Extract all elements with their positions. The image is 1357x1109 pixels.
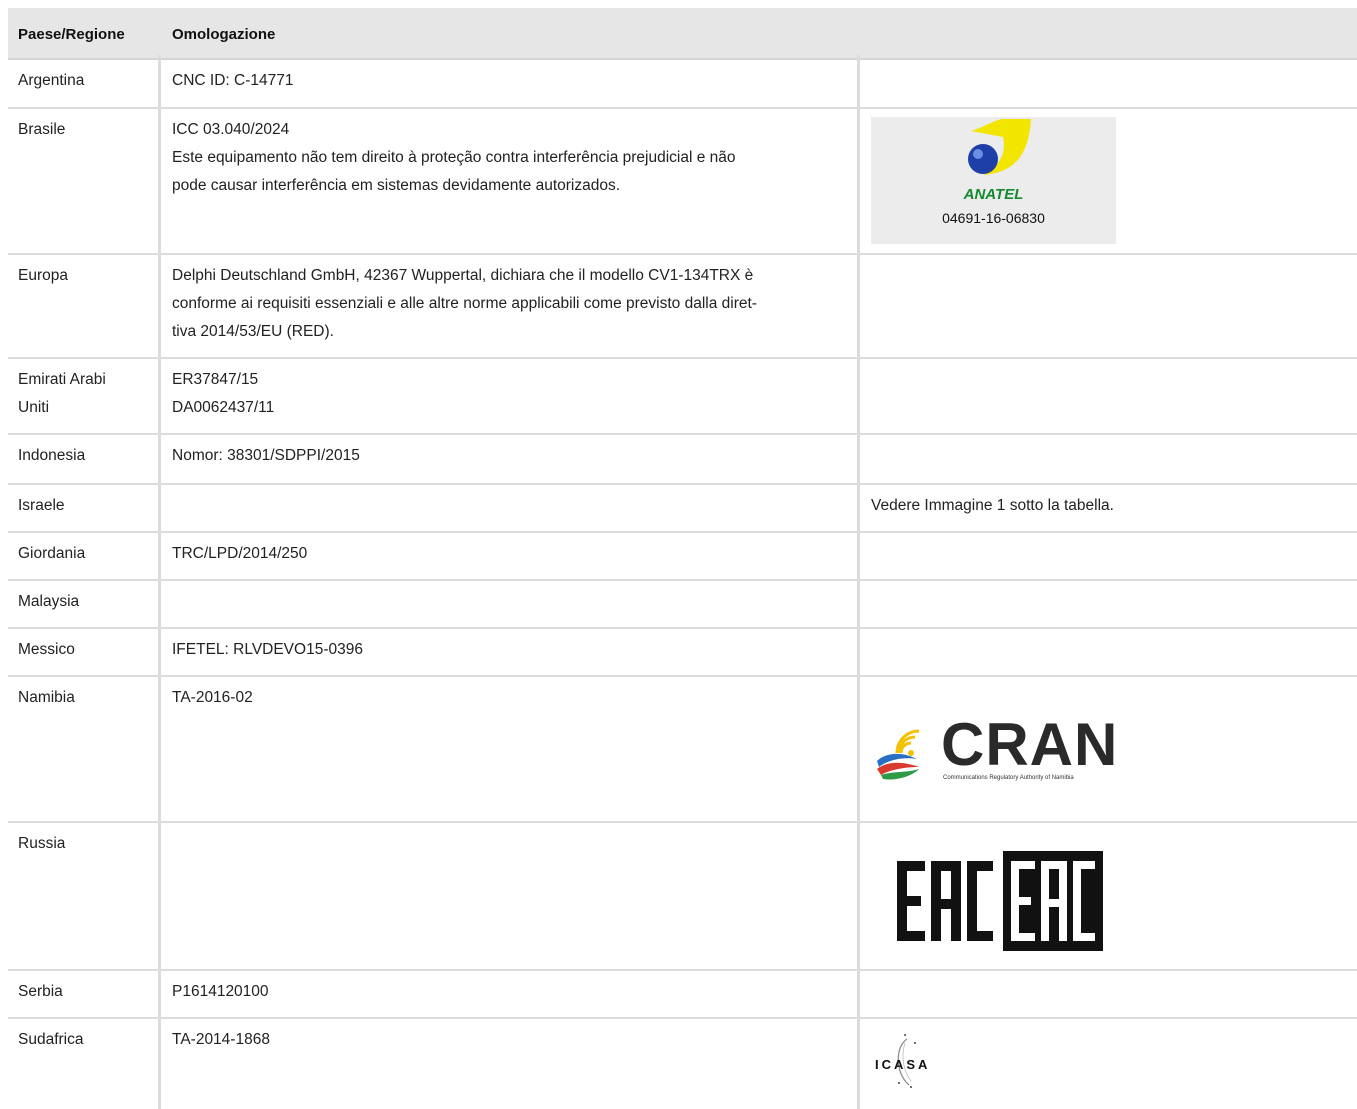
- country-cell: Indonesia: [8, 430, 161, 483]
- approval-cell: TA-2016-02: [161, 672, 860, 821]
- table-header: Paese/Regione Omologazione: [8, 8, 1357, 60]
- country-cell: Brasile: [8, 104, 161, 253]
- approval-cell: CNC ID: C-14771: [161, 55, 860, 107]
- approval-text: IFETEL: RLVDEVO15-0396: [172, 641, 363, 658]
- table-row: Emirati Arabi Uniti ER37847/15 DA0062437…: [8, 354, 1357, 435]
- country-name: Uniti: [18, 399, 50, 416]
- table-row: Sudafrica TA-2014-1868 ICASA: [8, 1014, 1357, 1109]
- image-cell: [860, 581, 1357, 627]
- table-row: Indonesia Nomor: 38301/SDPPI/2015: [8, 430, 1357, 485]
- approval-text: Este equipamento não tem direito à prote…: [172, 149, 736, 166]
- approval-text: TA-2014-1868: [172, 1031, 270, 1048]
- country-name: Indonesia: [18, 447, 86, 464]
- country-cell: Europa: [8, 250, 161, 357]
- table-row: Serbia P1614120100: [8, 966, 1357, 1019]
- table-row: Russia: [8, 818, 1357, 971]
- icasa-logo-icon: ICASA: [875, 1034, 930, 1088]
- approval-text: TA-2016-02: [172, 689, 253, 706]
- anatel-number: 04691-16-06830: [942, 210, 1045, 226]
- image-cell: ANATEL 04691-16-06830: [860, 109, 1357, 253]
- image-cell: [860, 823, 1357, 969]
- anatel-logo: ANATEL 04691-16-06830: [871, 117, 1116, 244]
- country-name: Israele: [18, 497, 65, 514]
- approval-cell: P1614120100: [161, 966, 860, 1017]
- approval-text: Nomor: 38301/SDPPI/2015: [172, 447, 360, 464]
- image-cell: [860, 971, 1357, 1017]
- table-row: Malaysia: [8, 576, 1357, 629]
- table-row: Namibia TA-2016-02 CRAN Communications R…: [8, 672, 1357, 823]
- icasa-wordmark: ICASA: [875, 1057, 930, 1072]
- approval-text: pode causar interferência em sistemas de…: [172, 177, 621, 194]
- country-name: Emirati Arabi: [18, 371, 106, 388]
- country-cell: Israele: [8, 480, 161, 531]
- image-cell: [860, 255, 1357, 357]
- approval-table: Paese/Regione Omologazione Argentina CNC…: [8, 8, 1357, 1109]
- eac-mark-icon: [897, 851, 1103, 951]
- approval-text: CNC ID: C-14771: [172, 72, 294, 89]
- image-cell: [860, 435, 1357, 483]
- see-image-note: Vedere Immagine 1 sotto la tabella.: [871, 497, 1114, 514]
- table-row: Europa Delphi Deutschland GmbH, 42367 Wu…: [8, 250, 1357, 359]
- country-name: Europa: [18, 267, 68, 284]
- cran-emblem-icon: [877, 729, 920, 780]
- approval-text: Delphi Deutschland GmbH, 42367 Wuppertal…: [172, 267, 754, 284]
- image-cell: [860, 629, 1357, 675]
- approval-text: ICC 03.040/2024: [172, 121, 290, 138]
- country-name: Russia: [18, 835, 66, 852]
- anatel-wordmark: ANATEL: [963, 186, 1024, 203]
- country-cell: Sudafrica: [8, 1014, 161, 1109]
- country-name: Sudafrica: [18, 1031, 84, 1048]
- cran-logo: CRAN Communications Regulatory Authority…: [871, 715, 1121, 787]
- image-cell: [860, 359, 1357, 433]
- country-cell: Giordania: [8, 528, 161, 579]
- approval-text: conforme ai requisiti essenziali e alle …: [172, 295, 757, 312]
- country-name: Malaysia: [18, 593, 80, 610]
- approval-text: TRC/LPD/2014/250: [172, 545, 308, 562]
- country-name: Argentina: [18, 72, 85, 89]
- approval-text: ER37847/15: [172, 371, 259, 388]
- approval-text: tiva 2014/53/EU (RED).: [172, 323, 334, 340]
- cran-subtitle: Communications Regulatory Authority of N…: [943, 775, 1074, 781]
- approval-cell: [161, 818, 860, 969]
- anatel-emblem-icon: [968, 119, 1031, 175]
- country-cell: Emirati Arabi Uniti: [8, 354, 161, 433]
- approval-cell: Delphi Deutschland GmbH, 42367 Wuppertal…: [161, 250, 860, 357]
- country-name: Giordania: [18, 545, 86, 562]
- image-cell: Vedere Immagine 1 sotto la tabella.: [860, 480, 1357, 531]
- table-row: Messico IFETEL: RLVDEVO15-0396: [8, 624, 1357, 677]
- table-row: Brasile ICC 03.040/2024 Este equipamento…: [8, 104, 1357, 255]
- approval-text: P1614120100: [172, 983, 269, 1000]
- image-cell: CRAN Communications Regulatory Authority…: [860, 677, 1357, 821]
- approval-cell: TRC/LPD/2014/250: [161, 528, 860, 579]
- country-name: Brasile: [18, 121, 66, 138]
- country-cell: Malaysia: [8, 576, 161, 627]
- table-row: Israele Vedere Immagine 1 sotto la tabel…: [8, 480, 1357, 533]
- image-cell: ICASA: [860, 1019, 1357, 1109]
- image-cell: [860, 60, 1357, 107]
- country-cell: Argentina: [8, 55, 161, 107]
- table-row: Giordania TRC/LPD/2014/250: [8, 528, 1357, 581]
- country-cell: Serbia: [8, 966, 161, 1017]
- approval-cell: ICC 03.040/2024 Este equipamento não tem…: [161, 104, 860, 253]
- approval-cell: IFETEL: RLVDEVO15-0396: [161, 624, 860, 675]
- country-cell: Messico: [8, 624, 161, 675]
- country-cell: Namibia: [8, 672, 161, 821]
- image-cell: [860, 533, 1357, 579]
- header-country: Paese/Regione: [18, 26, 125, 43]
- approval-cell: Nomor: 38301/SDPPI/2015: [161, 430, 860, 483]
- approval-cell: ER37847/15 DA0062437/11: [161, 354, 860, 433]
- country-cell: Russia: [8, 818, 161, 969]
- table-row: Argentina CNC ID: C-14771: [8, 55, 1357, 109]
- header-approval: Omologazione: [172, 26, 276, 43]
- country-name: Serbia: [18, 983, 63, 1000]
- approval-cell: [161, 480, 860, 531]
- cran-wordmark: CRAN: [941, 711, 1119, 778]
- approval-cell: TA-2014-1868: [161, 1014, 860, 1109]
- country-name: Messico: [18, 641, 75, 658]
- approval-cell: [161, 576, 860, 627]
- approval-text: DA0062437/11: [172, 399, 275, 416]
- country-name: Namibia: [18, 689, 75, 706]
